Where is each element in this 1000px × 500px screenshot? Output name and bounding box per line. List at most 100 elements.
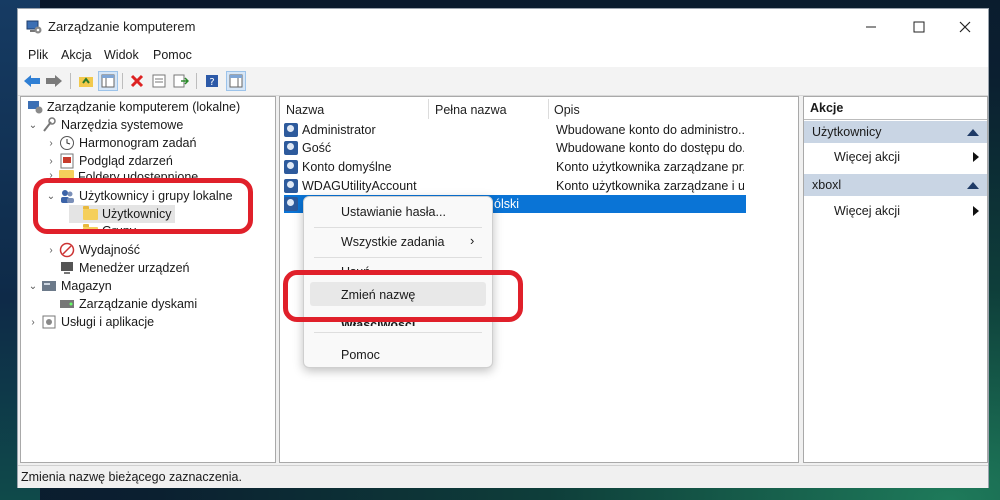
forward-arrow-icon bbox=[46, 75, 62, 87]
column-divider[interactable] bbox=[548, 99, 549, 119]
tree-item-root[interactable]: Zarządzanie komputerem (lokalne) bbox=[23, 98, 240, 116]
chevron-down-icon[interactable]: ⌄ bbox=[27, 120, 39, 131]
menu-item-all-tasks[interactable]: Wszystkie zadania bbox=[341, 235, 445, 249]
highlight-annotation-users-groups bbox=[33, 178, 253, 234]
chevron-right-icon[interactable]: › bbox=[45, 156, 57, 167]
highlight-annotation-rename bbox=[283, 270, 523, 322]
table-row[interactable]: WDAGUtilityAccount Konto użytkownika zar… bbox=[284, 177, 746, 195]
toolbar-separator bbox=[122, 73, 123, 89]
column-divider[interactable] bbox=[428, 99, 429, 119]
tree-label: Menedżer urządzeń bbox=[79, 261, 190, 275]
column-header-description[interactable]: Opis bbox=[554, 103, 580, 117]
tree-label: Harmonogram zadań bbox=[79, 136, 197, 150]
tree-label: Narzędzia systemowe bbox=[61, 118, 184, 132]
up-folder-button[interactable] bbox=[76, 71, 96, 91]
status-bar: Zmienia nazwę bieżącego zaznaczenia. bbox=[18, 465, 988, 488]
tree-label: Podgląd zdarzeń bbox=[79, 154, 173, 168]
back-button[interactable] bbox=[22, 71, 42, 91]
tree-item-performance[interactable]: › Wydajność bbox=[45, 241, 140, 259]
table-row[interactable]: Gość Wbudowane konto do dostępu do... bbox=[284, 139, 746, 157]
table-row[interactable]: Konto domyślne Konto użytkownika zarządz… bbox=[284, 158, 746, 176]
menu-separator bbox=[314, 227, 482, 228]
svg-text:?: ? bbox=[209, 77, 214, 88]
collapse-icon[interactable] bbox=[967, 182, 979, 189]
collapse-icon[interactable] bbox=[967, 129, 979, 136]
menu-item-help[interactable]: Pomoc bbox=[341, 348, 380, 362]
chevron-down-icon[interactable]: ⌄ bbox=[27, 281, 39, 292]
window-title: Zarządzanie komputerem bbox=[48, 19, 196, 34]
user-icon bbox=[284, 141, 298, 155]
device-manager-icon bbox=[61, 262, 73, 274]
menu-help[interactable]: Pomoc bbox=[153, 48, 192, 62]
event-viewer-icon bbox=[60, 153, 74, 169]
menu-separator bbox=[314, 257, 482, 258]
tree-item-event-viewer[interactable]: › Podgląd zdarzeń bbox=[45, 152, 173, 170]
performance-icon bbox=[59, 242, 75, 258]
toolbar: ? bbox=[18, 67, 988, 96]
show-console-tree-button[interactable] bbox=[98, 71, 118, 91]
tree-label: Zarządzanie komputerem (lokalne) bbox=[47, 100, 241, 114]
delete-button[interactable] bbox=[127, 71, 147, 91]
menu-bar: Plik Akcja Widok Pomoc bbox=[18, 45, 988, 67]
disk-icon bbox=[60, 300, 74, 308]
status-text: Zmienia nazwę bieżącego zaznaczenia. bbox=[21, 470, 242, 484]
tree-label: Wydajność bbox=[79, 243, 141, 257]
show-action-pane-button[interactable] bbox=[226, 71, 246, 91]
tree-label: Magazyn bbox=[61, 279, 112, 293]
tree-item-task-scheduler[interactable]: › Harmonogram zadań bbox=[45, 134, 196, 152]
tree-item-disk-management[interactable]: Zarządzanie dyskami bbox=[45, 295, 197, 313]
help-button[interactable]: ? bbox=[202, 71, 222, 91]
chevron-right-icon[interactable]: › bbox=[27, 317, 39, 328]
close-icon bbox=[959, 21, 971, 33]
table-row[interactable]: Administrator Wbudowane konto do adminis… bbox=[284, 121, 746, 139]
menu-item-set-password[interactable]: Ustawianie hasła... bbox=[341, 205, 446, 219]
actions-section-users[interactable]: Użytkownicy bbox=[804, 121, 987, 143]
minimize-button[interactable] bbox=[848, 9, 894, 45]
column-header-full-name[interactable]: Pełna nazwa bbox=[435, 103, 507, 117]
chevron-right-icon[interactable]: › bbox=[45, 138, 57, 149]
tree-item-services-apps[interactable]: › Usługi i aplikacje bbox=[27, 313, 154, 331]
folder-up-icon bbox=[79, 77, 93, 87]
maximize-button[interactable] bbox=[896, 9, 942, 45]
menu-separator bbox=[314, 332, 482, 333]
export-icon bbox=[173, 74, 189, 88]
more-actions-link[interactable]: Więcej akcji bbox=[834, 204, 900, 218]
delete-x-icon bbox=[130, 74, 144, 88]
chevron-right-icon[interactable]: › bbox=[45, 245, 57, 256]
services-icon bbox=[42, 315, 56, 329]
submenu-arrow-icon: › bbox=[470, 233, 475, 248]
clock-icon bbox=[60, 136, 74, 150]
export-list-button[interactable] bbox=[171, 71, 191, 91]
back-arrow-icon bbox=[24, 75, 40, 87]
storage-icon bbox=[42, 281, 56, 291]
tools-icon bbox=[43, 117, 56, 132]
tree-label: Zarządzanie dyskami bbox=[79, 297, 198, 311]
toolbar-separator bbox=[70, 73, 71, 89]
forward-button[interactable] bbox=[44, 71, 64, 91]
action-pane-icon bbox=[229, 74, 243, 88]
console-tree-icon bbox=[101, 74, 115, 88]
actions-pane: Akcje Użytkownicy Więcej akcji xboxl Wię… bbox=[803, 96, 988, 463]
column-header-name[interactable]: Nazwa bbox=[286, 103, 324, 117]
close-button[interactable] bbox=[942, 9, 988, 45]
toolbar-separator bbox=[196, 73, 197, 89]
tree-item-device-manager[interactable]: Menedżer urządzeń bbox=[45, 259, 189, 277]
menu-file[interactable]: Plik bbox=[28, 48, 48, 62]
console-tree: Zarządzanie komputerem (lokalne) ⌄ Narzę… bbox=[20, 96, 276, 463]
tree-item-storage[interactable]: ⌄ Magazyn bbox=[27, 277, 112, 295]
submenu-arrow-icon bbox=[973, 152, 979, 162]
actions-header: Akcje bbox=[810, 101, 844, 115]
maximize-icon bbox=[913, 21, 925, 33]
more-actions-link[interactable]: Więcej akcji bbox=[834, 150, 900, 164]
tree-item-system-tools[interactable]: ⌄ Narzędzia systemowe bbox=[27, 116, 183, 134]
computer-management-icon bbox=[28, 101, 43, 114]
menu-action[interactable]: Akcja bbox=[61, 48, 92, 62]
title-bar: Zarządzanie komputerem bbox=[18, 9, 988, 45]
user-icon bbox=[284, 160, 298, 174]
selected-row-text: ólski bbox=[494, 197, 520, 211]
app-window: Zarządzanie komputerem Plik Akcja Widok … bbox=[17, 8, 989, 488]
actions-section-xboxl[interactable]: xboxl bbox=[804, 174, 987, 196]
menu-view[interactable]: Widok bbox=[104, 48, 139, 62]
properties-button[interactable] bbox=[149, 71, 169, 91]
computer-management-icon bbox=[26, 20, 42, 34]
